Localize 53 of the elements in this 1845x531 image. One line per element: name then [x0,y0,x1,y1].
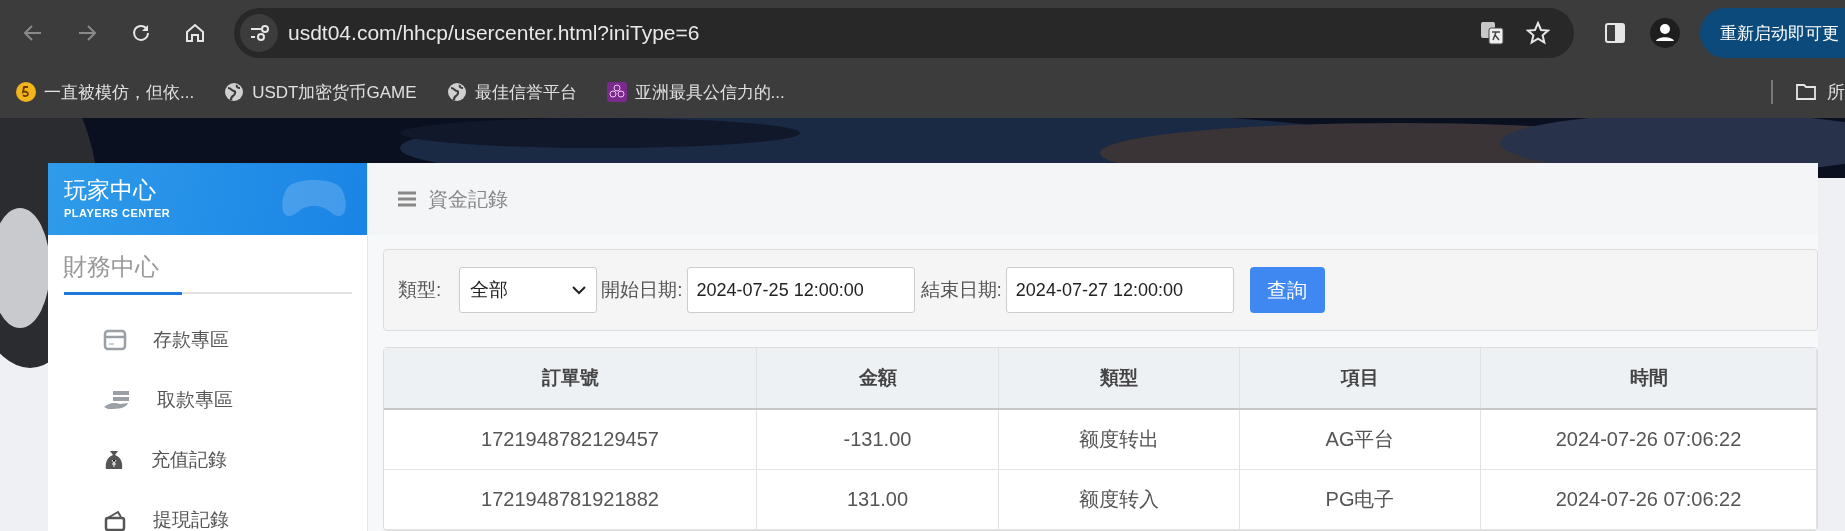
sidebar-item[interactable]: 存款專區 [48,310,367,370]
type-label: 類型: [398,278,442,302]
column-header: 訂單號 [384,348,757,408]
bookmark-link[interactable]: USDT加密货币GAME [224,80,417,104]
coin-icon [16,82,36,102]
bookmark-link[interactable]: 最佳信誉平台 [446,80,577,104]
bookmark-folder[interactable]: 所 [1827,80,1845,104]
section-heading: 財務中心 [63,252,160,282]
end-date-field[interactable]: 2024-07-27 12:00:00 [1005,267,1234,313]
column-header: 金額 [757,348,999,408]
table-cell: PG电子 [1240,470,1481,529]
reload-icon[interactable] [130,22,152,44]
table-cell: 1721948781921882 [384,470,757,529]
table-cell: 2024-07-26 07:06:22 [1481,470,1817,529]
wallet-icon [103,509,127,531]
chevron-icon [572,285,587,295]
profile-icon[interactable] [1650,18,1680,48]
folder-icon[interactable] [1795,82,1817,102]
bookmark-link[interactable]: 亚洲最具公信力的... [606,80,785,104]
translate-icon[interactable] [1480,21,1504,45]
logo-subtitle: PLAYERS CENTER [64,207,171,219]
logo-title: 玩家中心 [64,177,156,203]
site-settings-icon[interactable] [240,14,278,52]
column-header: 類型 [999,348,1240,408]
flower-icon [606,82,627,102]
card-icon [103,329,127,351]
address-bar[interactable]: usdt04.com/hhcp/usercenter.html?iniType=6 [234,8,1574,58]
table-cell: -131.00 [757,410,999,469]
table-cell: 2024-07-26 07:06:22 [1481,410,1817,469]
side-panel-icon[interactable] [1604,22,1626,44]
type-dropdown[interactable]: 全部 [459,267,598,313]
column-header: 項目 [1240,348,1481,408]
update-button[interactable]: 重新启动即可更 [1700,8,1845,58]
table-cell: 额度转入 [999,470,1240,529]
money-bag-icon [103,449,125,471]
bookmark-link[interactable]: 一直被模仿，但依... [16,80,195,104]
column-header: 時間 [1481,348,1817,408]
start-date-label: 開始日期: [601,278,683,302]
table-cell: 1721948782129457 [384,410,757,469]
hand-icon [103,389,131,411]
table-cell: 131.00 [757,470,999,529]
sidebar-item[interactable]: 提現記錄 [48,490,367,531]
page-title: 資金記錄 [428,186,508,212]
sidebar-item[interactable]: 充值記錄 [48,430,367,490]
table-cell: AG平台 [1240,410,1481,469]
menu-icon[interactable] [398,191,416,207]
url-text: usdt04.com/hhcp/usercenter.html?iniType=6 [288,21,700,45]
table-cell: 额度转出 [999,410,1240,469]
star-icon[interactable] [1526,21,1550,45]
sidebar-item[interactable]: 取款專區 [48,370,367,430]
end-date-label: 結束日期: [920,278,1002,302]
home-icon[interactable] [184,22,206,44]
start-date-field[interactable]: 2024-07-25 12:00:00 [686,267,915,313]
